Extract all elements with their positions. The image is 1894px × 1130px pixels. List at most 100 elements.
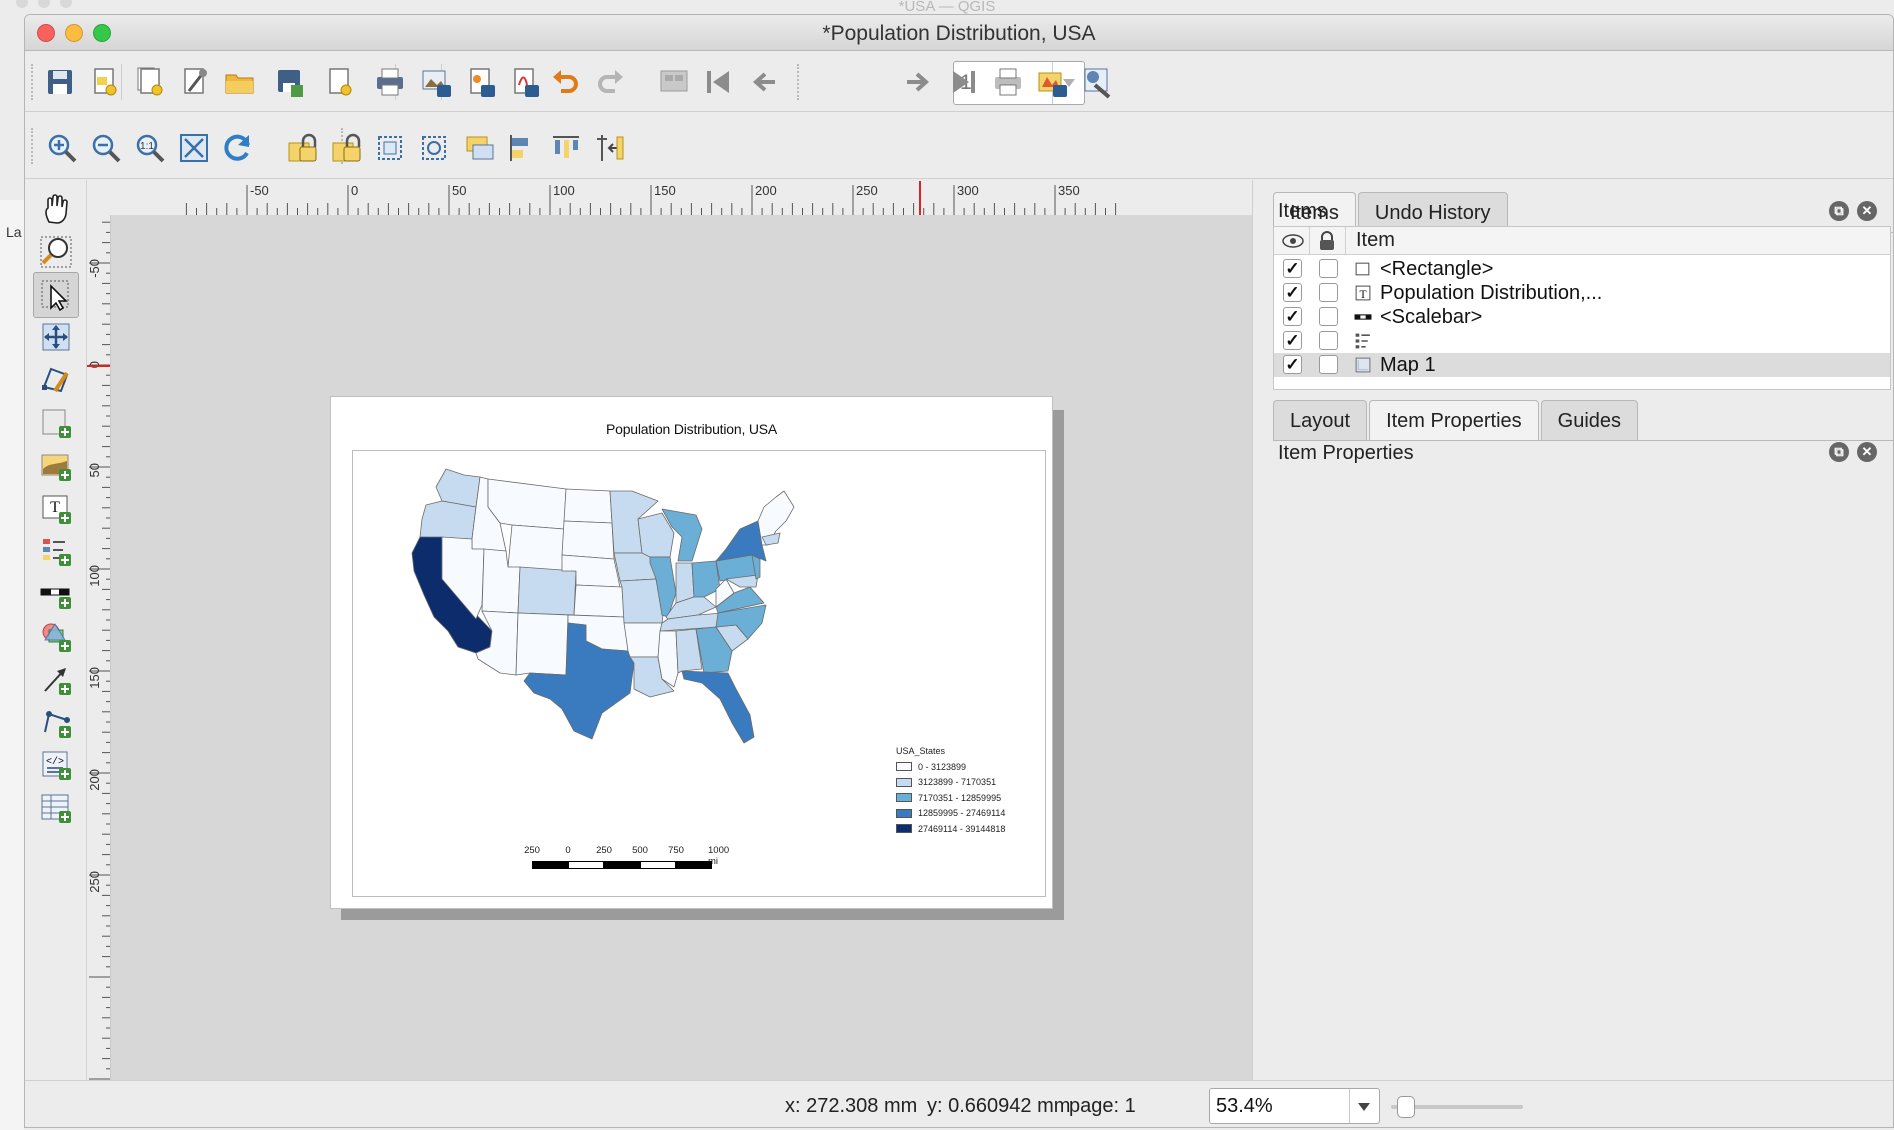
- raise-items-button[interactable]: [459, 127, 501, 169]
- page-setup-button[interactable]: [318, 61, 360, 103]
- map-legend[interactable]: USA_States 0 - 3123899 3123899 - 7170351 7…: [896, 746, 1005, 837]
- item-row[interactable]: ✓ Map 1: [1274, 353, 1890, 377]
- add-node-item-tool[interactable]: [33, 700, 79, 746]
- item-row[interactable]: ✓ T Population Distribution,...: [1274, 281, 1890, 305]
- export-pdf-button[interactable]: [503, 61, 545, 103]
- zoom-tool-tool[interactable]: [33, 229, 79, 275]
- item-label: <Rectangle>: [1380, 258, 1494, 280]
- float-dock-button[interactable]: ⧉: [1829, 201, 1849, 221]
- distribute-items-button[interactable]: [545, 127, 587, 169]
- add-picture-tool[interactable]: [33, 443, 79, 489]
- zoom-input[interactable]: [1210, 1089, 1346, 1123]
- item-visibility-checkbox[interactable]: ✓: [1283, 355, 1302, 374]
- visibility-header-icon: [1282, 234, 1304, 248]
- zoom-slider-handle[interactable]: [1397, 1096, 1415, 1118]
- add-scalebar-tool[interactable]: [33, 571, 79, 617]
- item-visibility-checkbox[interactable]: ✓: [1283, 307, 1302, 326]
- item-visibility-checkbox[interactable]: ✓: [1283, 283, 1302, 302]
- unlock-items-button[interactable]: [325, 127, 367, 169]
- zoom-dropdown[interactable]: [1349, 1089, 1379, 1123]
- layout-page[interactable]: Population Distribution, USA USA_States …: [330, 396, 1053, 909]
- item-lock-checkbox[interactable]: [1319, 283, 1338, 302]
- align-items-button[interactable]: [501, 127, 543, 169]
- item-lock-checkbox[interactable]: [1319, 355, 1338, 374]
- undo-button[interactable]: [545, 61, 587, 103]
- pan-tool[interactable]: [33, 186, 79, 232]
- deselect-button[interactable]: [413, 127, 455, 169]
- close-properties-dock-button[interactable]: ✕: [1857, 442, 1877, 462]
- state-kansas: [573, 584, 625, 618]
- float-properties-dock-button[interactable]: ⧉: [1829, 442, 1849, 462]
- add-html-icon: </>: [42, 751, 71, 781]
- item-visibility-checkbox[interactable]: ✓: [1283, 259, 1302, 278]
- item-row[interactable]: ✓ <Rectangle>: [1274, 257, 1890, 281]
- tab-layout[interactable]: Layout: [1273, 400, 1368, 440]
- scalebar[interactable]: 250 0 250 500 750 1000 mi: [524, 845, 756, 875]
- items-table[interactable]: Item ✓ <Rectangle> ✓ T Population Distributi…: [1273, 226, 1891, 390]
- first-feature-button[interactable]: [697, 61, 739, 103]
- print-icon: [377, 68, 403, 96]
- layout-manager-button[interactable]: [173, 61, 215, 103]
- previous-feature-button[interactable]: [743, 61, 785, 103]
- close-dock-button[interactable]: ✕: [1857, 201, 1877, 221]
- ruler-label: 100: [553, 183, 575, 198]
- print-atlas-button[interactable]: [987, 61, 1029, 103]
- item-visibility-checkbox[interactable]: ✓: [1283, 331, 1302, 350]
- item-lock-checkbox[interactable]: [1319, 259, 1338, 278]
- add-legend-tool[interactable]: [33, 528, 79, 574]
- items-dock-title: Items: [1278, 200, 1327, 222]
- legend-swatch: [896, 808, 912, 818]
- layout-canvas[interactable]: Population Distribution, USA USA_States …: [111, 215, 1252, 1080]
- layout-toolbar: [25, 52, 1893, 112]
- zoom-combobox[interactable]: [1209, 1088, 1380, 1124]
- next-feature-button[interactable]: [897, 61, 939, 103]
- item-lock-checkbox[interactable]: [1319, 331, 1338, 350]
- add-html-tool[interactable]: </>: [33, 742, 79, 788]
- export-image-button[interactable]: [415, 61, 457, 103]
- add-arrow-tool[interactable]: [33, 657, 79, 703]
- navigation-toolbar: 1:1: [25, 113, 1893, 179]
- zoom-full-button[interactable]: [173, 127, 215, 169]
- last-feature-button[interactable]: [943, 61, 985, 103]
- item-row[interactable]: ✓ <Scalebar>: [1274, 305, 1890, 329]
- open-template-button[interactable]: [219, 61, 261, 103]
- ruler-label: 0: [87, 361, 102, 368]
- export-atlas-button[interactable]: [1031, 61, 1073, 103]
- state-indiana: [675, 562, 695, 604]
- lock-items-button[interactable]: [281, 127, 323, 169]
- print-button[interactable]: [369, 61, 411, 103]
- state-wyoming: [507, 524, 565, 572]
- add-label-tool[interactable]: T: [33, 486, 79, 532]
- ruler-label: 200: [755, 183, 777, 198]
- add-shape-tool[interactable]: [33, 614, 79, 660]
- zoom-in-button[interactable]: [41, 127, 83, 169]
- redo-button[interactable]: [589, 61, 631, 103]
- atlas-settings-button[interactable]: [1077, 61, 1119, 103]
- add-attribute-table-tool[interactable]: [33, 785, 79, 831]
- usa-map[interactable]: [406, 467, 826, 767]
- save-template-button[interactable]: [269, 61, 311, 103]
- zoom-actual-button[interactable]: 1:1: [129, 127, 171, 169]
- item-lock-checkbox[interactable]: [1319, 307, 1338, 326]
- export-svg-button[interactable]: [459, 61, 501, 103]
- select-all-button[interactable]: [369, 127, 411, 169]
- tab-guides[interactable]: Guides: [1540, 400, 1639, 440]
- atlas-preview-button[interactable]: [653, 61, 695, 103]
- duplicate-layout-button[interactable]: [129, 61, 171, 103]
- ruler-label: 250: [87, 871, 102, 893]
- tab-item-properties[interactable]: Item Properties: [1369, 400, 1539, 440]
- map-title-label[interactable]: Population Distribution, USA: [331, 421, 1052, 437]
- item-label: Map 1: [1380, 354, 1436, 376]
- save-layout-button[interactable]: [39, 61, 81, 103]
- add-map-tool[interactable]: [33, 400, 79, 446]
- pan-icon: [45, 194, 68, 224]
- new-layout-button[interactable]: [83, 61, 125, 103]
- background-left-strip: La: [0, 200, 24, 1130]
- resize-items-button[interactable]: [589, 127, 631, 169]
- edit-nodes-tool[interactable]: [33, 357, 79, 403]
- zoom-out-button[interactable]: [85, 127, 127, 169]
- item-row[interactable]: ✓: [1274, 329, 1890, 353]
- move-content-tool[interactable]: [33, 314, 79, 360]
- refresh-button[interactable]: [217, 127, 259, 169]
- select-move-tool[interactable]: [33, 271, 79, 318]
